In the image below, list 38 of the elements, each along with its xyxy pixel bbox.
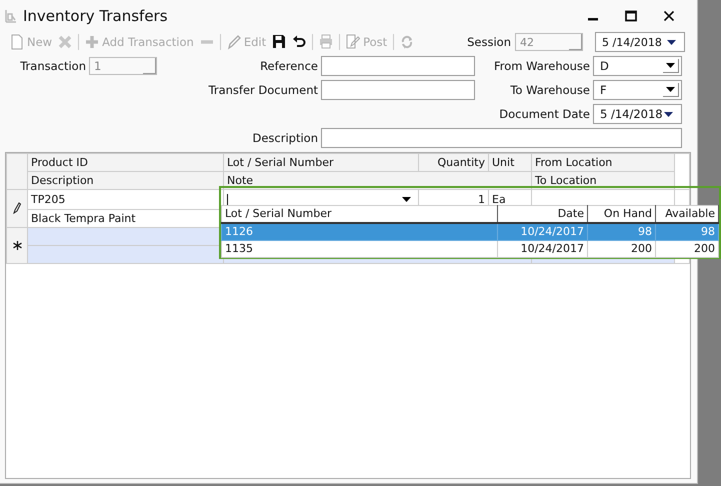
undo-icon[interactable] — [292, 34, 306, 50]
dropdown-field[interactable]: F — [593, 80, 682, 100]
column-header: Lot / Serial Number — [224, 154, 418, 172]
field-label: To Warehouse — [510, 83, 590, 97]
window-title: Inventory Transfers — [23, 6, 168, 24]
table-cell: TP205 — [28, 190, 224, 210]
column-header: From Location — [532, 154, 674, 172]
field-label: Description — [252, 131, 318, 145]
close-icon[interactable] — [663, 10, 675, 22]
column-header: Quantity — [418, 154, 488, 172]
pencil-icon[interactable] — [13, 202, 21, 214]
save-icon[interactable] — [272, 34, 286, 50]
caret-icon[interactable] — [402, 197, 411, 202]
field-label: Session — [467, 35, 511, 49]
caret-icon[interactable] — [667, 40, 676, 44]
field-label: Transaction — [20, 59, 86, 73]
plus-icon — [85, 34, 100, 50]
text-field[interactable] — [321, 56, 475, 76]
page-icon — [10, 34, 24, 50]
forklift-icon — [5, 8, 17, 22]
caret-icon[interactable] — [663, 59, 679, 73]
maximize-icon[interactable] — [625, 10, 637, 22]
field-label: Reference — [260, 59, 318, 73]
column-header: Product ID — [28, 154, 224, 172]
caret-icon[interactable] — [663, 83, 679, 97]
column-header: Description — [28, 172, 224, 190]
dropdown-field[interactable]: 5 /14/2018 — [593, 104, 682, 124]
pencil-icon — [226, 34, 241, 50]
field-label: Transfer Document — [208, 83, 318, 97]
column-header: Unit — [488, 154, 532, 172]
asterisk-icon — [12, 240, 22, 250]
caret-icon[interactable] — [664, 112, 673, 116]
dropdown-field[interactable]: D — [593, 56, 682, 76]
text-field[interactable] — [321, 128, 682, 148]
field-label: Document Date — [499, 107, 590, 121]
text-field[interactable] — [321, 80, 475, 100]
document-pencil-icon — [346, 34, 360, 50]
field-label: From Warehouse — [494, 59, 590, 73]
